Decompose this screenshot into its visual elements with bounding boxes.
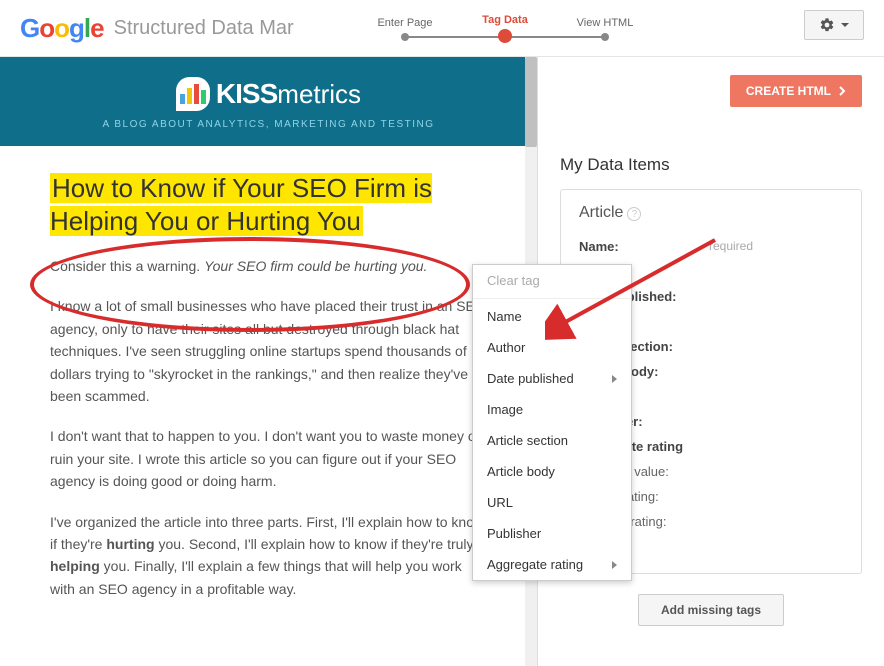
caret-down-icon <box>841 23 849 27</box>
field-required: required <box>709 239 753 254</box>
app-header: Google Structured Data Mar Enter Page Ta… <box>0 0 884 56</box>
submenu-arrow-icon <box>612 375 617 383</box>
page-preview[interactable]: KISSmetrics A BLOG ABOUT ANALYTICS, MARK… <box>0 57 538 666</box>
menu-item-name[interactable]: Name <box>473 301 631 332</box>
article-intro[interactable]: Consider this a warning. Your SEO firm c… <box>50 255 487 277</box>
field-row[interactable]: Name:required <box>579 234 843 259</box>
field-label: Name: <box>579 239 709 254</box>
sidebar-heading: My Data Items <box>560 107 862 175</box>
google-logo: Google <box>20 13 104 44</box>
menu-item-author[interactable]: Author <box>473 332 631 363</box>
menu-item-article-body[interactable]: Article body <box>473 456 631 487</box>
article-paragraph[interactable]: I've organized the article into three pa… <box>50 511 487 601</box>
app-title: Structured Data Mar <box>114 17 294 40</box>
menu-item-date-published[interactable]: Date published <box>473 363 631 394</box>
article-title[interactable]: How to Know if Your SEO Firm is Helping … <box>50 172 487 237</box>
article-body[interactable]: How to Know if Your SEO Firm is Helping … <box>0 172 537 600</box>
chevron-right-icon <box>839 86 846 96</box>
help-icon[interactable]: ? <box>627 207 641 221</box>
menu-item-image[interactable]: Image <box>473 394 631 425</box>
blog-tagline: A BLOG ABOUT ANALYTICS, MARKETING AND TE… <box>0 119 537 130</box>
kissmetrics-logo-icon <box>176 77 210 111</box>
article-paragraph[interactable]: I know a lot of small businesses who hav… <box>50 295 487 407</box>
gear-icon <box>819 17 835 33</box>
tag-context-menu: Clear tag NameAuthorDate publishedImageA… <box>472 264 632 581</box>
step-enter-page[interactable]: Enter Page <box>355 17 455 43</box>
card-title: Article? <box>579 204 843 222</box>
step-tag-data[interactable]: Tag Data <box>455 14 555 45</box>
menu-item-article-section[interactable]: Article section <box>473 425 631 456</box>
create-html-button[interactable]: CREATE HTML <box>730 75 862 107</box>
settings-button[interactable] <box>804 10 864 40</box>
menu-item-aggregate-rating[interactable]: Aggregate rating <box>473 549 631 580</box>
menu-item-url[interactable]: URL <box>473 487 631 518</box>
menu-item-publisher[interactable]: Publisher <box>473 518 631 549</box>
step-view-html[interactable]: View HTML <box>555 17 655 43</box>
progress-steps: Enter Page Tag Data View HTML <box>355 14 655 45</box>
menu-clear-tag: Clear tag <box>473 265 631 296</box>
submenu-arrow-icon <box>612 561 617 569</box>
blog-header: KISSmetrics A BLOG ABOUT ANALYTICS, MARK… <box>0 57 537 146</box>
article-paragraph[interactable]: I don't want that to happen to you. I do… <box>50 425 487 492</box>
add-missing-tags-button[interactable]: Add missing tags <box>638 594 784 626</box>
